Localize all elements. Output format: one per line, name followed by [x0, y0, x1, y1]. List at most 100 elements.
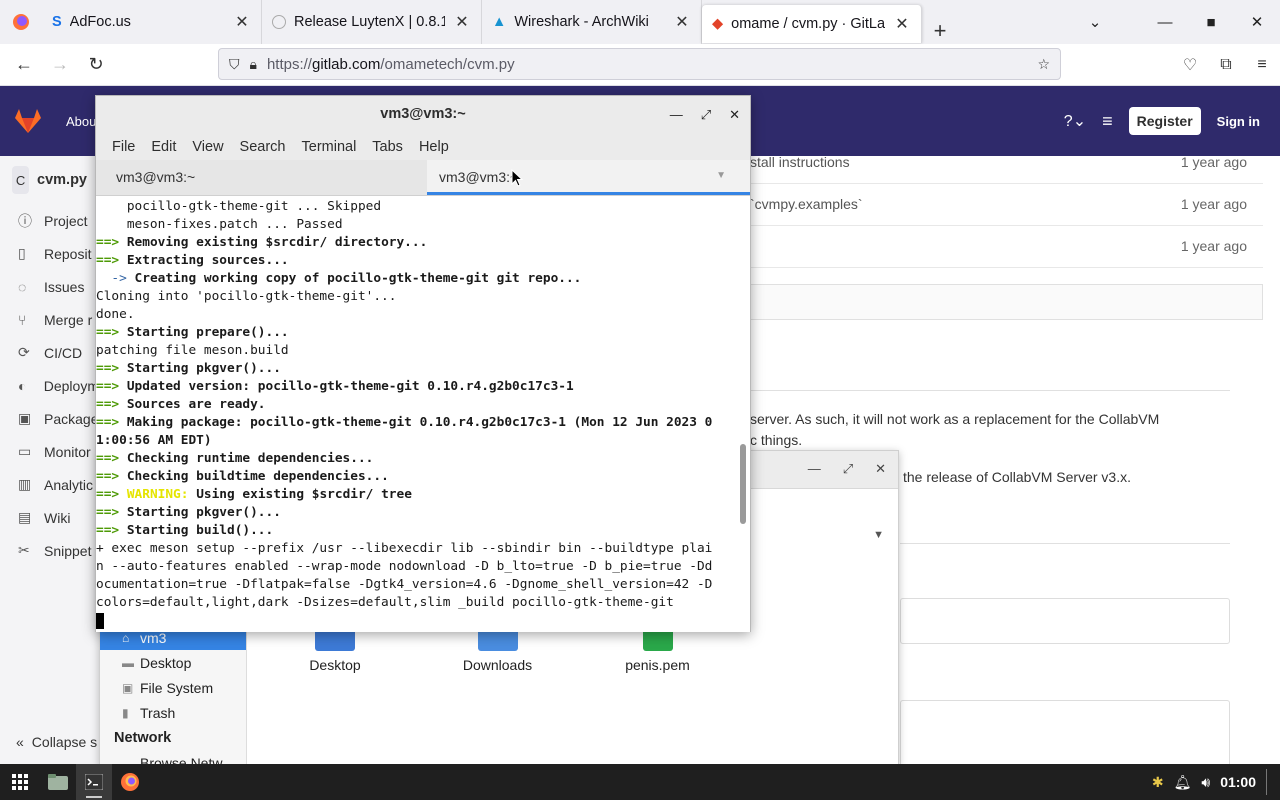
tab-label: vm3@vm3:~ [439, 169, 519, 185]
extensions-icon[interactable]: ⧉ [1208, 56, 1244, 74]
file-label: Desktop [309, 657, 361, 673]
close-icon[interactable]: ✕ [729, 96, 740, 133]
tab-menu-icon[interactable]: ▼ [716, 170, 726, 181]
terminal-line-text: Updated version: pocillo-gtk-theme-git 0… [126, 379, 574, 394]
menu-tabs[interactable]: Tabs [364, 139, 411, 155]
url-bar[interactable]: ⛉ 🔒︎ https://gitlab.com/omametech/cvm.py… [218, 48, 1061, 80]
browser-tab[interactable]: ▲ Wireshark - ArchWiki ✕ [482, 0, 702, 44]
terminal-tab[interactable]: vm3@vm3:~ [96, 160, 427, 195]
show-desktop-icon[interactable] [1266, 769, 1270, 795]
minimize-icon[interactable]: — [670, 96, 683, 133]
repository-icon: ▯ [18, 245, 26, 261]
firefox-app-icon[interactable] [112, 764, 148, 800]
menu-edit[interactable]: Edit [143, 139, 184, 155]
list-tabs-icon[interactable]: ⌄ [1072, 13, 1118, 31]
sidebar-item-snippets[interactable]: ✂ Snippet [0, 534, 99, 567]
pocket-icon[interactable]: ♡ [1172, 55, 1208, 75]
help-icon[interactable]: ?⌄ [1064, 111, 1086, 131]
minimize-icon[interactable]: — [1142, 14, 1188, 31]
file-icon-downloads[interactable]: Downloads [450, 629, 545, 673]
menu-search[interactable]: Search [232, 139, 294, 155]
maximize-icon[interactable]: ■ [1188, 14, 1234, 31]
project-header[interactable]: C cvm.py [0, 156, 99, 204]
terminal-app-icon[interactable] [76, 764, 112, 800]
place-filesystem[interactable]: ▣ File System [100, 675, 246, 700]
app-grid-icon[interactable] [2, 764, 38, 800]
sidebar-item-monitor[interactable]: ▭ Monitor [0, 435, 99, 468]
terminal-line: done. [96, 306, 750, 324]
sidebar-item-analytics[interactable]: ▥ Analytic [0, 468, 99, 501]
browser-tab-active[interactable]: ◆ omame / cvm.py · GitLab ✕ [702, 4, 922, 43]
new-tab-button[interactable]: + [922, 18, 958, 44]
arrow-prefix: ==> [96, 235, 127, 250]
sidebar-item-label: Monitor [44, 443, 91, 460]
terminal-line: meson-fixes.patch ... Passed [96, 216, 750, 234]
terminal-line-text: Making package: pocillo-gtk-theme-git 0.… [126, 415, 713, 430]
url-text[interactable]: https://gitlab.com/omametech/cvm.py [267, 56, 1027, 73]
lock-icon[interactable]: 🔒︎ [250, 56, 257, 73]
terminal-line: ==> Updated version: pocillo-gtk-theme-g… [96, 378, 750, 396]
close-tab-icon[interactable]: ✕ [673, 12, 691, 32]
place-trash[interactable]: ▮ Trash [100, 700, 246, 725]
close-window-icon[interactable]: ✕ [1234, 13, 1280, 31]
back-icon[interactable]: ← [6, 54, 42, 75]
minimize-icon[interactable]: — [808, 461, 821, 477]
github-icon [272, 15, 286, 29]
arrow-prefix: ==> [96, 505, 127, 520]
commit-message[interactable]: stall instructions [750, 154, 850, 170]
collapse-sidebar-button[interactable]: « Collapse s [16, 734, 97, 750]
about-link[interactable]: Abou [66, 114, 96, 129]
maximize-icon[interactable]: ⤢ [843, 461, 853, 477]
notification-bell-icon[interactable]: 🔔︎ [1174, 774, 1192, 791]
terminal-titlebar[interactable]: vm3@vm3:~ — ⤢ ✕ [96, 96, 750, 133]
browser-tab[interactable]: S AdFoc.us ✕ [42, 0, 262, 44]
sidebar-item-repository[interactable]: ▯ Reposit [0, 237, 99, 270]
tab-title: AdFoc.us [69, 14, 131, 30]
terminal-tab-active[interactable]: vm3@vm3:~ ▼ [427, 160, 750, 195]
sidebar-item-issues[interactable]: ◌ Issues [0, 270, 99, 303]
code-block [900, 700, 1230, 770]
register-button[interactable]: Register [1128, 107, 1201, 135]
gitlab-logo-icon[interactable] [0, 108, 56, 134]
bee-tray-icon[interactable]: ✱ [1152, 774, 1164, 791]
menu-file[interactable]: File [104, 139, 143, 155]
hamburger-menu-icon[interactable]: ≡ [1244, 56, 1280, 74]
terminal-scrollbar[interactable] [740, 444, 746, 524]
chevron-down-icon[interactable]: ▼ [873, 529, 884, 541]
browser-tab[interactable]: Release LuytenX | 0.8.1 · E ✕ [262, 0, 482, 44]
commit-age: 1 year ago [1180, 154, 1247, 170]
sidebar-item-cicd[interactable]: ⟳ CI/CD [0, 336, 99, 369]
tab-title: omame / cvm.py · GitLab [731, 15, 885, 32]
commit-message[interactable]: `cvmpy.examples` [750, 196, 863, 212]
place-desktop[interactable]: ▬ Desktop [100, 650, 246, 675]
sidebar-item-wiki[interactable]: ▤ Wiki [0, 501, 99, 534]
firefox-view-icon[interactable] [0, 0, 42, 44]
sign-in-link[interactable]: Sign in [1217, 114, 1260, 129]
maximize-icon[interactable]: ⤢ [701, 96, 711, 133]
file-icon-pem[interactable]: penis.pem [610, 629, 705, 673]
menu-help[interactable]: Help [411, 139, 457, 155]
close-icon[interactable]: ✕ [875, 461, 886, 477]
close-tab-icon[interactable]: ✕ [893, 14, 911, 34]
forward-icon[interactable]: → [42, 54, 78, 75]
close-tab-icon[interactable]: ✕ [453, 12, 471, 32]
sidebar-item-merge-requests[interactable]: ⑂ Merge r [0, 303, 99, 336]
reload-icon[interactable]: ↻ [78, 54, 114, 75]
hamburger-menu-icon[interactable]: ≡ [1102, 111, 1113, 132]
bookmark-star-icon[interactable]: ☆ [1037, 56, 1050, 73]
volume-icon[interactable]: 🔊︎ [1201, 774, 1210, 791]
url-host: gitlab.com [311, 55, 381, 73]
sidebar-item-project[interactable]: ⓘ Project [0, 204, 99, 237]
close-tab-icon[interactable]: ✕ [233, 12, 251, 32]
tracking-protection-icon[interactable]: ⛉ [229, 56, 240, 73]
package-icon: ▣ [18, 410, 32, 426]
menu-view[interactable]: View [184, 139, 231, 155]
file-icon-desktop[interactable]: Desktop [290, 629, 380, 673]
sidebar-item-deployments[interactable]: ◐ Deploym [0, 369, 99, 402]
menu-terminal[interactable]: Terminal [294, 139, 365, 155]
sidebar-item-packages[interactable]: ▣ Package [0, 402, 99, 435]
file-manager-app-icon[interactable] [40, 764, 76, 800]
terminal-output[interactable]: pocillo-gtk-theme-git ... Skipped meson-… [96, 196, 750, 632]
clock[interactable]: 01:00 [1220, 774, 1256, 790]
analytics-icon: ▥ [18, 476, 32, 492]
